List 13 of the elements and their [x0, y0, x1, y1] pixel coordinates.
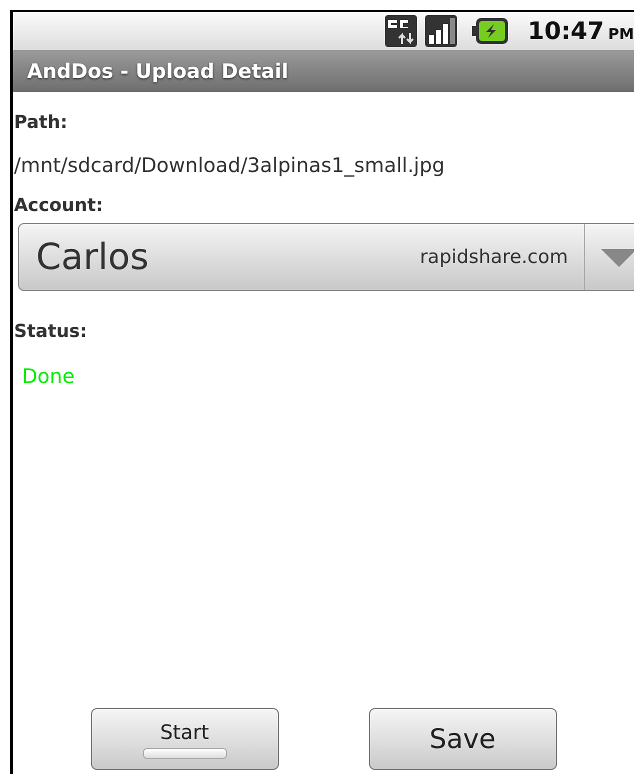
status-value: Done — [22, 364, 76, 388]
save-button[interactable]: Save — [368, 708, 556, 770]
path-value: /mnt/sdcard/Download/3alpinas1_small.jpg — [14, 153, 446, 177]
start-toggle-button[interactable]: Start — [90, 708, 278, 770]
dropdown-arrow-icon — [599, 247, 634, 267]
account-dropdown[interactable]: Carlos rapidshare.com — [18, 223, 634, 291]
path-label: Path: — [14, 112, 68, 133]
status-label: Status: — [14, 321, 88, 342]
clock-ampm: PM — [608, 25, 634, 43]
signal-icon — [424, 14, 458, 48]
account-label: Account: — [14, 195, 104, 216]
window-title: AndDos - Upload Detail — [27, 59, 288, 83]
clock-time: 10:47 — [528, 17, 604, 45]
